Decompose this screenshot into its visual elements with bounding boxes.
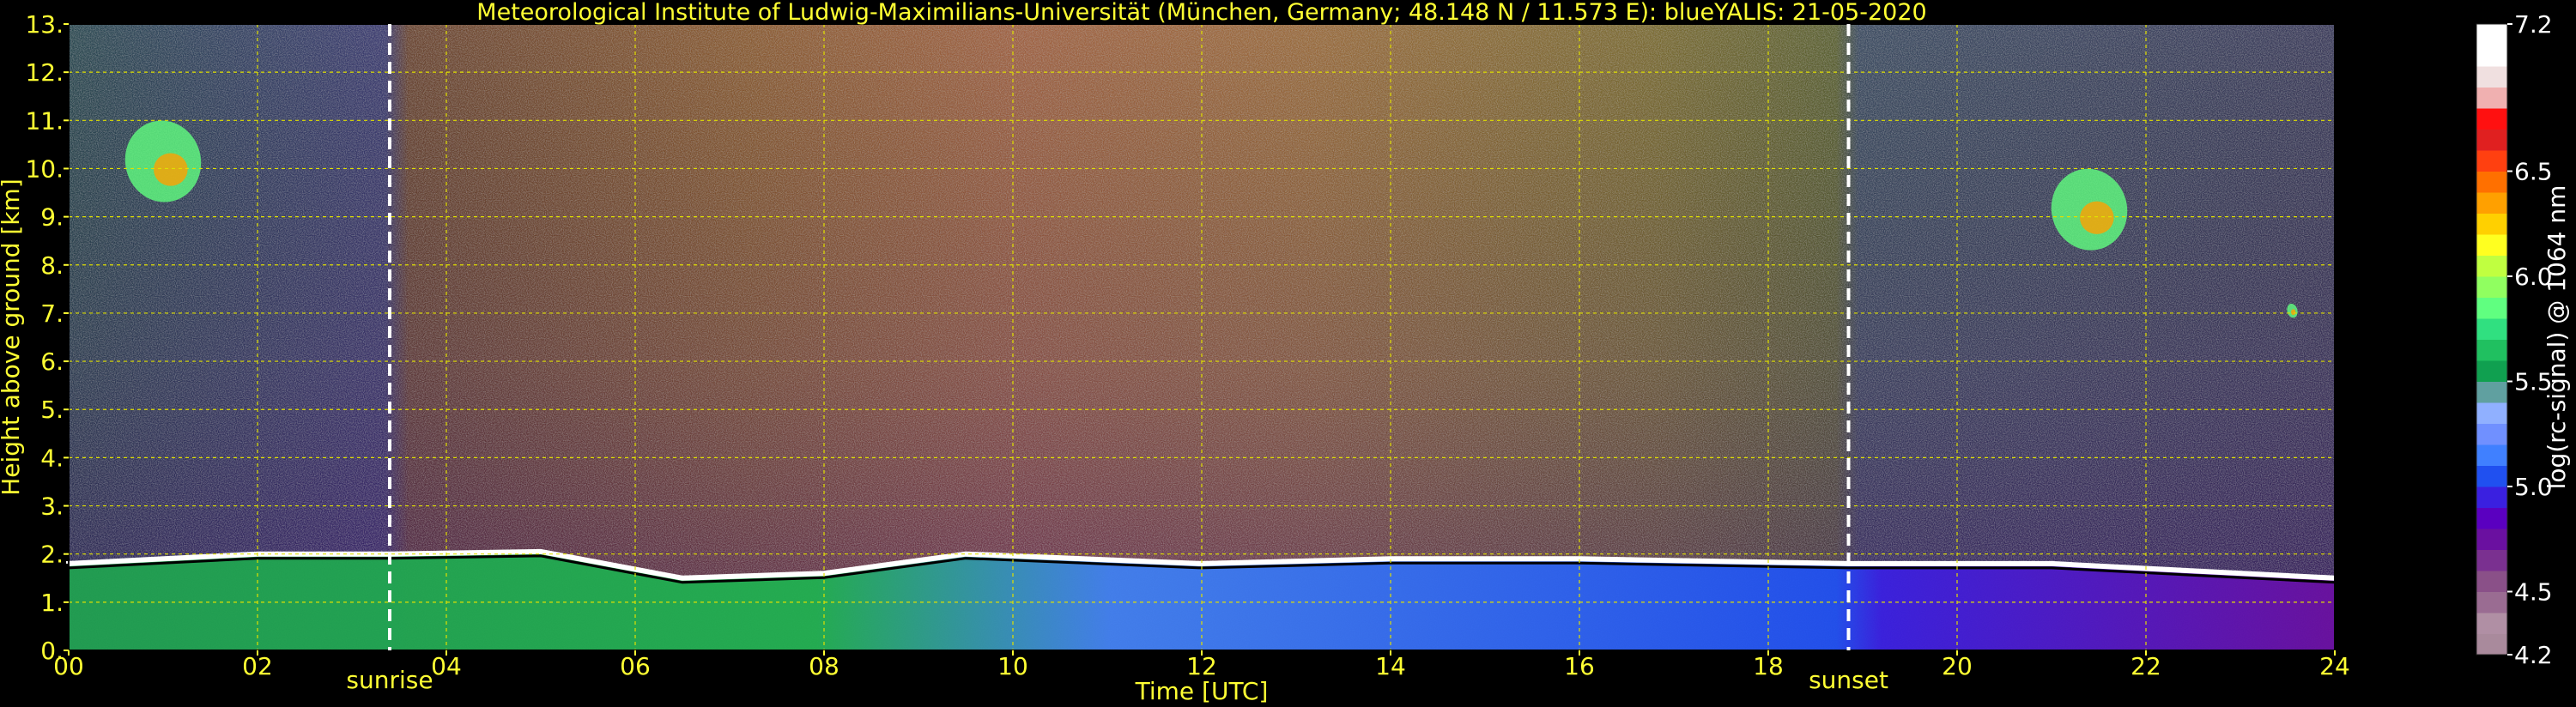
x-tick-label: 08 [809,652,839,680]
x-tick-label: 16 [1564,652,1595,680]
colorbar-swatch [2476,339,2507,361]
colorbar-swatch [2476,108,2507,130]
colorbar-swatch [2476,360,2507,382]
y-tick-label: 9. [40,203,64,232]
x-tick-label: 24 [2319,652,2350,680]
colorbar-swatch [2476,549,2507,571]
x-tick-label: 04 [431,652,462,680]
y-tick-label: 1. [40,589,64,617]
y-axis-label: Height above ground [km] [0,178,25,496]
y-tick-label: 2. [40,541,64,569]
y-tick-label: 5. [40,396,64,424]
y-tick-label: 4. [40,444,64,472]
colorbar-tick-label: 6.5 [2514,158,2553,186]
colorbar-swatch [2476,297,2507,319]
x-tick-label: 12 [1186,652,1217,680]
y-tick-label: 7. [40,299,64,328]
colorbar-swatch [2476,507,2507,529]
colorbar-swatches [2476,24,2507,656]
colorbar-swatch [2476,613,2507,634]
colorbar-swatch [2476,234,2507,256]
colorbar-swatch [2476,129,2507,151]
y-tick-label: 8. [40,251,64,280]
x-tick-label: 20 [1942,652,1973,680]
colorbar-label: log(rc-signal) @ 1064 nm [2543,185,2571,490]
colorbar-swatch [2476,192,2507,214]
colorbar-tick-label: 4.2 [2514,641,2553,669]
y-tick-label: 11. [25,106,64,135]
y-tick-label: 10. [25,154,64,183]
y-axis-ticks: 0. 1. 2. 3. 4. 5. 6. 7. 8. 9. 10. 11. 12. 13. [25,10,69,665]
colorbar: 4.24.55.05.56.06.57.2 log(rc-signal) @ 1… [2476,10,2571,669]
colorbar-swatch [2476,213,2507,235]
colorbar-swatch [2476,45,2507,67]
x-tick-label: 14 [1375,652,1406,680]
colorbar-swatch [2476,276,2507,298]
cirrus-core-2 [2291,309,2296,316]
chart-title: Meteorological Institute of Ludwig-Maxim… [476,0,1926,26]
x-tick-label: 18 [1753,652,1784,680]
sunset-label: sunset [1809,666,1888,694]
colorbar-swatch [2476,571,2507,592]
plot-area: sunrise sunset [66,23,2336,694]
colorbar-swatch [2476,465,2507,487]
colorbar-swatch [2476,423,2507,445]
colorbar-swatch [2476,318,2507,340]
x-axis-label: Time [UTC] [1135,677,1269,705]
colorbar-swatch [2476,529,2507,550]
x-tick-label: 06 [620,652,651,680]
colorbar-swatch [2476,171,2507,193]
colorbar-tick-label: 7.2 [2514,10,2553,39]
colorbar-swatch [2476,150,2507,172]
y-tick-label: 6. [40,347,64,376]
colorbar-swatch [2476,87,2507,109]
colorbar-swatch [2476,591,2507,613]
cirrus-core-0 [154,153,188,186]
colorbar-tick-label: 4.5 [2514,578,2553,607]
y-tick-label: 13. [25,10,64,39]
colorbar-swatch [2476,24,2507,45]
sunrise-label: sunrise [346,666,433,694]
x-tick-label: 02 [242,652,273,680]
colorbar-swatch [2476,402,2507,424]
lidar-chart: sunrise sunset Meteorological Institute o… [0,0,2571,705]
colorbar-swatch [2476,486,2507,508]
y-tick-label: 0. [40,637,64,665]
y-tick-label: 12. [25,58,64,87]
colorbar-swatch [2476,633,2507,656]
y-tick-label: 3. [40,492,64,521]
x-tick-label: 10 [997,652,1028,680]
colorbar-swatch [2476,66,2507,88]
colorbar-swatch [2476,381,2507,403]
cirrus-core-1 [2080,201,2114,234]
colorbar-swatch [2476,444,2507,466]
colorbar-swatch [2476,255,2507,277]
x-tick-label: 22 [2131,652,2161,680]
